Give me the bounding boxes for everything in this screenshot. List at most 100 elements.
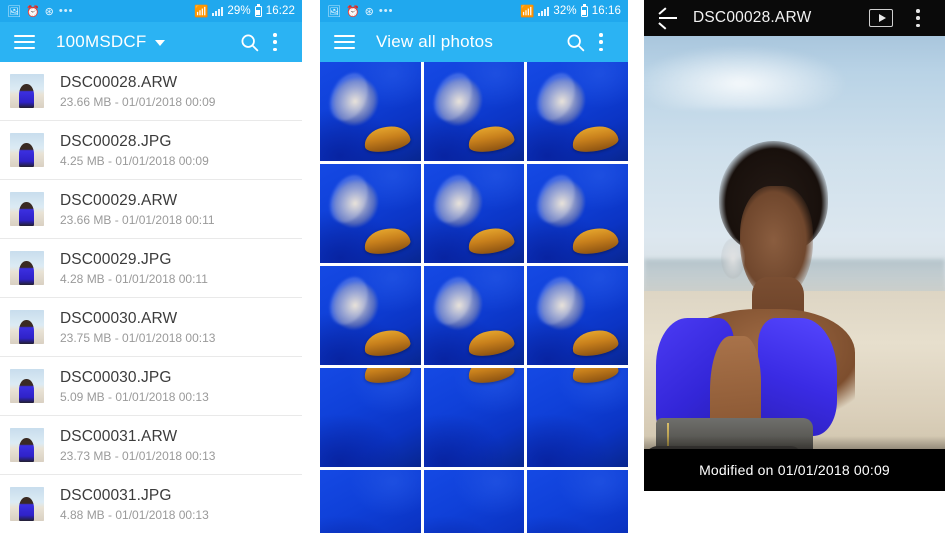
kebab-icon[interactable] xyxy=(905,5,931,31)
battery-percent-files: 29% xyxy=(227,5,251,17)
file-meta: 23.66 MB - 01/01/2018 00:11 xyxy=(60,212,215,227)
file-thumbnail xyxy=(10,487,44,521)
grid-title: View all photos xyxy=(376,32,494,51)
play-box-icon[interactable] xyxy=(869,9,893,27)
grid-thumbnail[interactable] xyxy=(423,266,525,365)
file-meta: 4.88 MB - 01/01/2018 00:13 xyxy=(60,507,209,522)
status-bar-left-icons: 🖼 ⏰ ⊛ ••• xyxy=(7,5,194,18)
alarm-icon: ⏰ xyxy=(25,5,40,18)
file-browser-panel: 🖼 ⏰ ⊛ ••• 📶 29% 16:22 100MSDCF DSC00028.… xyxy=(0,0,302,533)
signal-icon xyxy=(212,6,224,16)
file-name: DSC00029.ARW xyxy=(60,191,178,209)
file-name: DSC00030.JPG xyxy=(60,368,172,386)
more-icon: ••• xyxy=(58,5,74,17)
screenshot-stage: 🖼 ⏰ ⊛ ••• 📶 29% 16:22 100MSDCF DSC00028.… xyxy=(0,0,945,533)
photo-cloud xyxy=(644,45,849,109)
grid-thumbnail[interactable] xyxy=(423,62,525,161)
battery-percent-grid: 32% xyxy=(553,5,577,17)
grid-thumbnail[interactable] xyxy=(527,266,628,365)
grid-thumbnail[interactable] xyxy=(527,368,628,467)
alarm-icon: ⏰ xyxy=(345,5,360,18)
file-name: DSC00029.JPG xyxy=(60,250,172,268)
kebab-icon[interactable] xyxy=(262,29,288,55)
grid-thumbnail[interactable] xyxy=(527,62,628,161)
photo-grid-cells[interactable] xyxy=(320,62,628,533)
account-icon: ⊛ xyxy=(44,5,54,18)
grid-thumbnail[interactable] xyxy=(527,164,628,263)
file-meta: 4.28 MB - 01/01/2018 00:11 xyxy=(60,271,208,286)
viewer-caption-bar: Modified on 01/01/2018 00:09 xyxy=(644,449,945,491)
grid-thumbnail[interactable] xyxy=(527,470,628,533)
table-row[interactable]: DSC00028.JPG 4.25 MB - 01/01/2018 00:09 xyxy=(0,121,302,180)
grid-thumbnail[interactable] xyxy=(320,164,421,263)
more-icon: ••• xyxy=(378,5,394,17)
file-name: DSC00031.JPG xyxy=(60,486,172,504)
clock-files: 16:22 xyxy=(265,5,295,17)
table-row[interactable]: DSC00031.ARW 23.73 MB - 01/01/2018 00:13 xyxy=(0,416,302,475)
hamburger-icon[interactable] xyxy=(14,34,35,50)
folder-title: 100MSDCF xyxy=(56,32,166,52)
photo-subject-earring xyxy=(720,238,745,280)
app-bar-files: 100MSDCF xyxy=(0,22,302,62)
viewer-photo[interactable]: Modified on 01/01/2018 00:09 xyxy=(644,36,945,491)
status-bar-files: 🖼 ⏰ ⊛ ••• 📶 29% 16:22 xyxy=(0,0,302,22)
status-bar-left-icons: 🖼 ⏰ ⊛ ••• xyxy=(327,5,520,18)
viewer-title: DSC00028.ARW xyxy=(693,9,812,26)
grid-thumbnail[interactable] xyxy=(423,368,525,467)
wifi-icon: 📶 xyxy=(519,6,535,18)
file-thumbnail xyxy=(10,310,44,344)
file-meta: 4.25 MB - 01/01/2018 00:09 xyxy=(60,153,209,168)
grid-thumbnail[interactable] xyxy=(320,470,421,533)
search-icon[interactable] xyxy=(236,29,262,55)
photo-viewer-panel: DSC00028.ARW Modified on 01/01/2018 00:0… xyxy=(644,0,945,533)
jellyfish-photo xyxy=(527,470,628,533)
jellyfish-photo xyxy=(320,470,421,533)
file-meta: 23.75 MB - 01/01/2018 00:13 xyxy=(60,330,216,345)
photo-grid-panel: 🖼 ⏰ ⊛ ••• 📶 32% 16:16 View all photos xyxy=(320,0,628,533)
kebab-icon[interactable] xyxy=(588,29,614,55)
account-icon: ⊛ xyxy=(364,5,374,18)
table-row[interactable]: DSC00030.JPG 5.09 MB - 01/01/2018 00:13 xyxy=(0,357,302,416)
jellyfish-photo xyxy=(423,368,525,467)
table-row[interactable]: DSC00030.ARW 23.75 MB - 01/01/2018 00:13 xyxy=(0,298,302,357)
table-row[interactable]: DSC00031.JPG 4.88 MB - 01/01/2018 00:13 xyxy=(0,475,302,533)
wifi-icon: 📶 xyxy=(193,6,209,18)
back-arrow-icon[interactable] xyxy=(658,6,677,30)
file-name: DSC00028.ARW xyxy=(60,73,178,91)
file-meta: 5.09 MB - 01/01/2018 00:13 xyxy=(60,389,209,404)
image-icon: 🖼 xyxy=(7,5,21,18)
file-thumbnail xyxy=(10,192,44,226)
hamburger-icon[interactable] xyxy=(334,34,355,50)
jellyfish-photo xyxy=(423,470,525,533)
status-bar-right-icons: 📶 32% 16:16 xyxy=(519,3,621,18)
table-row[interactable]: DSC00029.JPG 4.28 MB - 01/01/2018 00:11 xyxy=(0,239,302,298)
grid-thumbnail[interactable] xyxy=(320,368,421,467)
battery-icon xyxy=(580,3,588,17)
status-bar-right-icons: 📶 29% 16:22 xyxy=(193,3,295,18)
file-thumbnail xyxy=(10,369,44,403)
grid-thumbnail[interactable] xyxy=(320,62,421,161)
caret-down-icon[interactable] xyxy=(155,39,166,46)
file-thumbnail xyxy=(10,428,44,462)
file-name: DSC00028.JPG xyxy=(60,132,172,150)
search-icon[interactable] xyxy=(562,29,588,55)
grid-thumbnail[interactable] xyxy=(423,470,525,533)
signal-icon xyxy=(538,6,550,16)
grid-thumbnail[interactable] xyxy=(320,266,421,365)
status-bar-grid: 🖼 ⏰ ⊛ ••• 📶 32% 16:16 xyxy=(320,0,628,22)
image-icon: 🖼 xyxy=(327,5,341,18)
table-row[interactable]: DSC00028.ARW 23.66 MB - 01/01/2018 00:09 xyxy=(0,62,302,121)
file-meta: 23.73 MB - 01/01/2018 00:13 xyxy=(60,448,216,463)
file-name: DSC00030.ARW xyxy=(60,309,178,327)
app-bar-grid: View all photos xyxy=(320,22,628,62)
file-meta: 23.66 MB - 01/01/2018 00:09 xyxy=(60,94,216,109)
battery-icon xyxy=(254,3,262,17)
file-thumbnail xyxy=(10,251,44,285)
photo-grid[interactable] xyxy=(320,62,628,533)
grid-thumbnail[interactable] xyxy=(423,164,525,263)
table-row[interactable]: DSC00029.ARW 23.66 MB - 01/01/2018 00:11 xyxy=(0,180,302,239)
file-list[interactable]: DSC00028.ARW 23.66 MB - 01/01/2018 00:09… xyxy=(0,62,302,533)
file-thumbnail xyxy=(10,74,44,108)
jellyfish-photo xyxy=(320,368,421,467)
clock-grid: 16:16 xyxy=(591,5,621,17)
